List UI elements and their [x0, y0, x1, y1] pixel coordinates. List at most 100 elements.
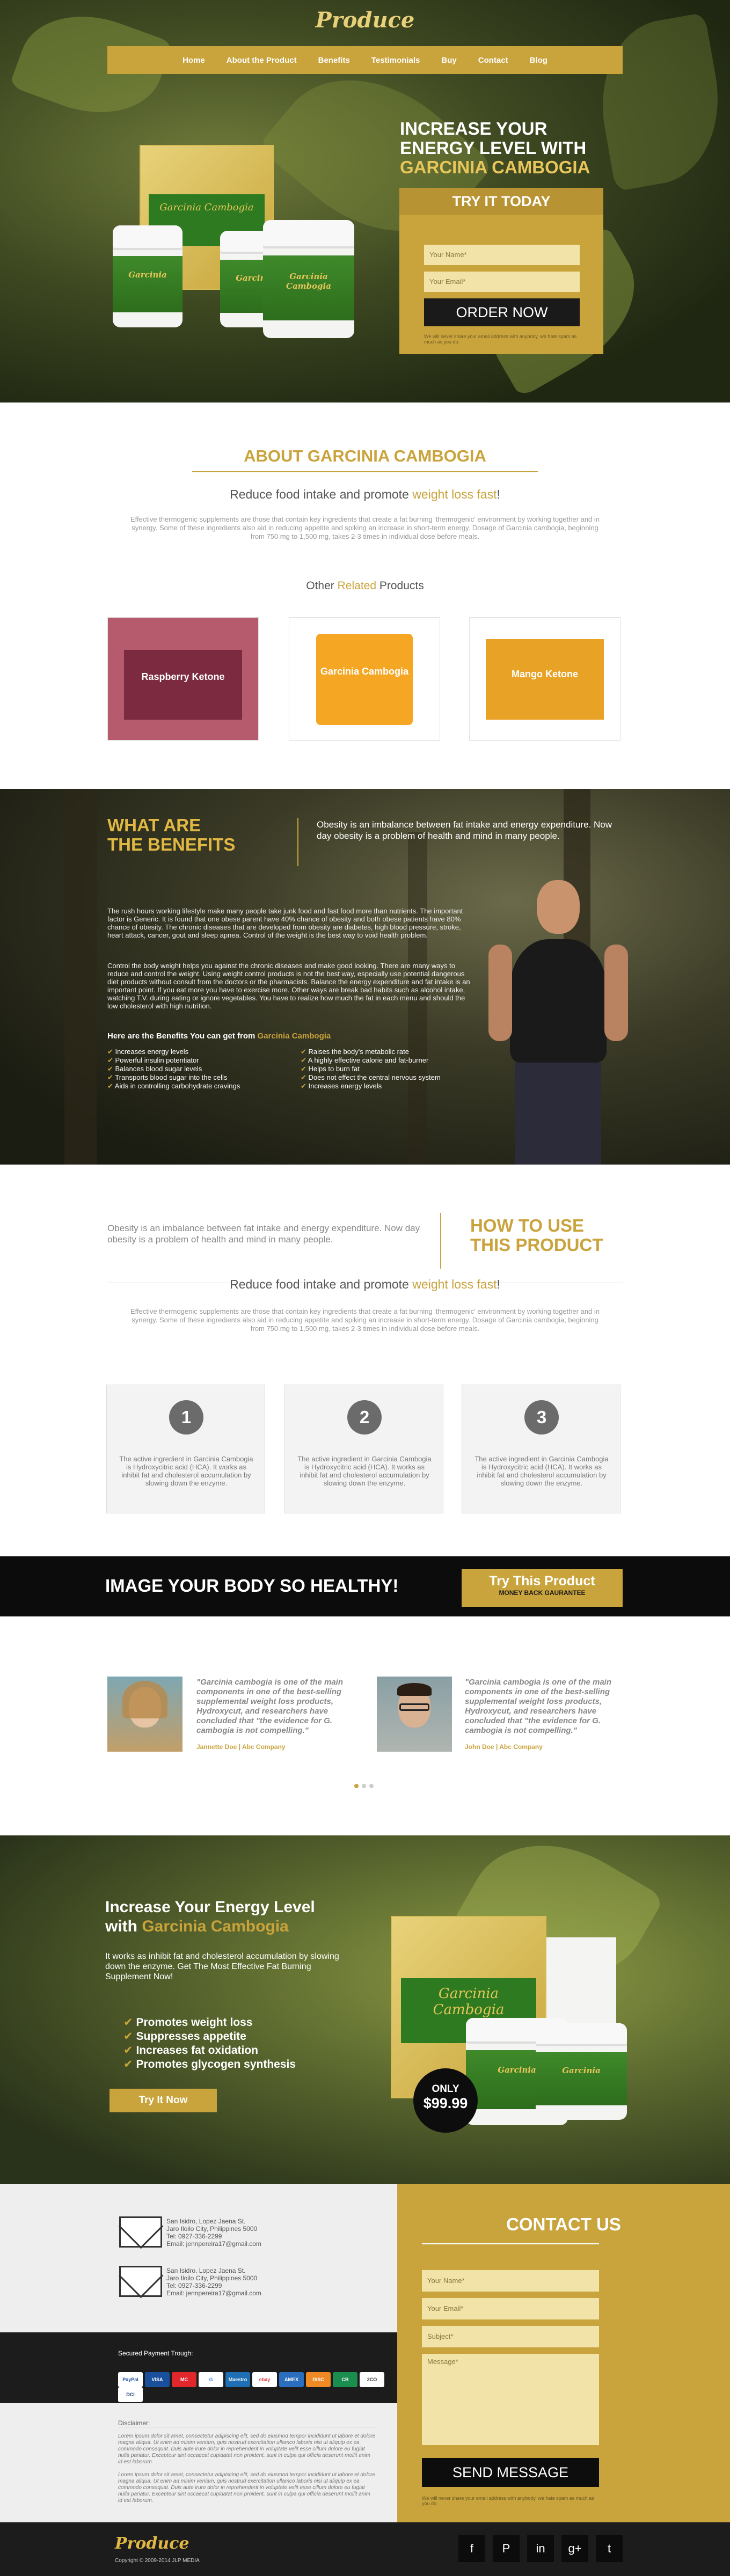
step-text: The active ingredient in Garcinia Cambog… [297, 1455, 432, 1487]
try-product-button[interactable]: Try This Product MONEY BACK GAURANTEE [462, 1569, 623, 1607]
step-card: 2 The active ingredient in Garcinia Camb… [284, 1385, 443, 1513]
send-message-button[interactable]: SEND MESSAGE [422, 2458, 599, 2487]
footer-logo[interactable]: Produce [115, 2534, 211, 2553]
contact-subject-input[interactable]: Subject* [422, 2326, 599, 2347]
related-product[interactable]: Raspberry Ketone [107, 617, 259, 741]
hero-title: INCREASE YOUR ENERGY LEVEL WITH GARCINIA… [400, 119, 590, 177]
nav-item-home[interactable]: Home [182, 56, 205, 65]
nav-item-benefits[interactable]: Benefits [318, 56, 350, 65]
product-label: Raspberry Ketone [124, 650, 242, 720]
try-it-now-button[interactable]: Try It Now [110, 2089, 217, 2112]
divider [192, 471, 538, 472]
price-badge: ONLY $99.99 [413, 2068, 478, 2133]
nav-item-about[interactable]: About the Product [227, 56, 297, 65]
related-title: Other Related Products [306, 580, 424, 592]
social-links: f Pin g+ t [429, 2535, 623, 2562]
nav-item-blog[interactable]: Blog [530, 56, 548, 65]
about-section: ABOUT GARCINIA CAMBOGIA Reduce food inta… [0, 402, 730, 789]
disclaimer-text: Lorem ipsum dolor sit amet, consectetur … [118, 2433, 376, 2465]
about-subtitle: Reduce food intake and promote weight lo… [230, 487, 500, 501]
how-subtitle: Reduce food intake and promote weight lo… [230, 1277, 500, 1291]
address-block: San Isidro, Lopez Jaena St. Jaro Iloilo … [166, 2267, 261, 2297]
benefits-title: WHAT ARE THE BENEFITS [107, 815, 236, 854]
step-card: 1 The active ingredient in Garcinia Camb… [106, 1385, 265, 1513]
envelope-icon [119, 2216, 162, 2248]
maestro-icon: Maestro [225, 2372, 250, 2387]
main-nav: Home About the Product Benefits Testimon… [107, 46, 623, 74]
step-text: The active ingredient in Garcinia Cambog… [119, 1455, 253, 1487]
nav-item-testimonials[interactable]: Testimonials [371, 56, 420, 65]
benefit-item: Raises the body's metabolic rate [301, 1048, 483, 1056]
testimonial-quote: "Garcinia cambogia is one of the main co… [196, 1678, 344, 1735]
benefits-list-left: Increases energy levels Powerful insulin… [107, 1048, 290, 1091]
contact-name-input[interactable]: Your Name* [422, 2270, 599, 2292]
benefits-intro: Obesity is an imbalance between fat inta… [317, 819, 612, 841]
secure-payment: Secured Payment Trough: PayPal VISA MC G Mae… [0, 2332, 397, 2403]
twitter-icon[interactable]: t [596, 2535, 623, 2562]
fitness-model-image [488, 880, 628, 1165]
related-product[interactable]: Garcinia Cambogia [289, 617, 440, 741]
step-text: The active ingredient in Garcinia Cambog… [474, 1455, 609, 1487]
carousel-dot[interactable] [354, 1784, 359, 1788]
contact-message-textarea[interactable]: Message* [422, 2354, 599, 2445]
discover-icon: DISC [306, 2372, 331, 2387]
google-plus-icon[interactable]: g+ [561, 2535, 588, 2562]
carte-blanche-icon: CB [333, 2372, 357, 2387]
step-card: 3 The active ingredient in Garcinia Camb… [462, 1385, 620, 1513]
ebay-icon: ebay [252, 2372, 277, 2387]
benefit-item: Transports blood sugar into the cells [107, 1073, 290, 1082]
linkedin-icon[interactable]: in [527, 2535, 554, 2562]
copyright: Copyright © 2009-2014 JLP MEDIA [115, 2558, 200, 2564]
banner-text: IMAGE YOUR BODY SO HEALTHY! [105, 1576, 399, 1596]
contact-info: San Isidro, Lopez Jaena St. Jaro Iloilo … [0, 2184, 397, 2332]
product-jar: Garcinia Cambogia [263, 220, 354, 338]
how-to-use-section: Obesity is an imbalance between fat inta… [0, 1165, 730, 1556]
benefits-list-title: Here are the Benefits You can get from G… [107, 1031, 331, 1041]
promo-item: Promotes weight loss [123, 2016, 370, 2030]
avatar [107, 1677, 182, 1752]
contact-email-input[interactable]: Your Email* [422, 2298, 599, 2319]
how-title: HOW TO USE THIS PRODUCT [470, 1216, 603, 1255]
contact-form: CONTACT US Your Name* Your Email* Subjec… [397, 2184, 730, 2522]
arm [488, 945, 512, 1041]
benefit-item: A highly effective calorie and fat-burne… [301, 1056, 483, 1065]
testimonial-author: John Doe | Abc Company [465, 1743, 543, 1751]
nav-item-contact[interactable]: Contact [478, 56, 508, 65]
product-jar: Garcinia [536, 2023, 627, 2120]
try-form-title: TRY IT TODAY [399, 188, 603, 215]
testimonial-author: Jannette Doe | Abc Company [196, 1743, 286, 1751]
button-sublabel: MONEY BACK GAURANTEE [499, 1589, 586, 1597]
benefits-list-right: Raises the body's metabolic rate A highl… [301, 1048, 483, 1091]
product-label: Garcinia Cambogia [316, 634, 413, 725]
carousel-dot[interactable] [362, 1784, 366, 1788]
promo-list: Promotes weight loss Suppresses appetite… [123, 2016, 370, 2072]
email-input[interactable]: Your Email* [424, 272, 580, 292]
promo-item: Promotes glycogen synthesis [123, 2058, 370, 2072]
logo[interactable]: Produce [311, 8, 419, 33]
try-form: TRY IT TODAY Your Name* Your Email* ORDE… [399, 188, 603, 354]
testimonials-section: "Garcinia cambogia is one of the main co… [0, 1616, 730, 1835]
cta-banner: IMAGE YOUR BODY SO HEALTHY! Try This Pro… [0, 1556, 730, 1616]
hero-section: Produce Home About the Product Benefits … [0, 0, 730, 402]
name-input[interactable]: Your Name* [424, 245, 580, 265]
benefit-item: Aids in controlling carbohydrate craving… [107, 1082, 290, 1091]
related-product[interactable]: Mango Ketone [469, 617, 620, 741]
benefits-section: WHAT ARE THE BENEFITS Obesity is an imba… [0, 789, 730, 1165]
product-label: Mango Ketone [486, 639, 604, 720]
tree-decoration [64, 789, 97, 1165]
payment-cards: PayPal VISA MC G Maestro ebay AMEX DISC CB 2CO DCI [118, 2372, 397, 2402]
divider [422, 2243, 599, 2244]
nav-item-buy[interactable]: Buy [441, 56, 456, 65]
envelope-icon [119, 2266, 162, 2297]
step-number: 1 [169, 1400, 203, 1435]
facebook-icon[interactable]: f [458, 2535, 485, 2562]
arm [604, 945, 628, 1041]
divider [440, 1213, 441, 1269]
benefit-item: Increases energy levels [107, 1048, 290, 1056]
pinterest-icon[interactable]: P [493, 2535, 520, 2562]
amex-icon: AMEX [279, 2372, 304, 2387]
order-now-button[interactable]: ORDER NOW [424, 298, 580, 326]
carousel-dot[interactable] [369, 1784, 374, 1788]
address-block: San Isidro, Lopez Jaena St. Jaro Iloilo … [166, 2218, 261, 2248]
benefit-item: Balances blood sugar levels [107, 1065, 290, 1073]
